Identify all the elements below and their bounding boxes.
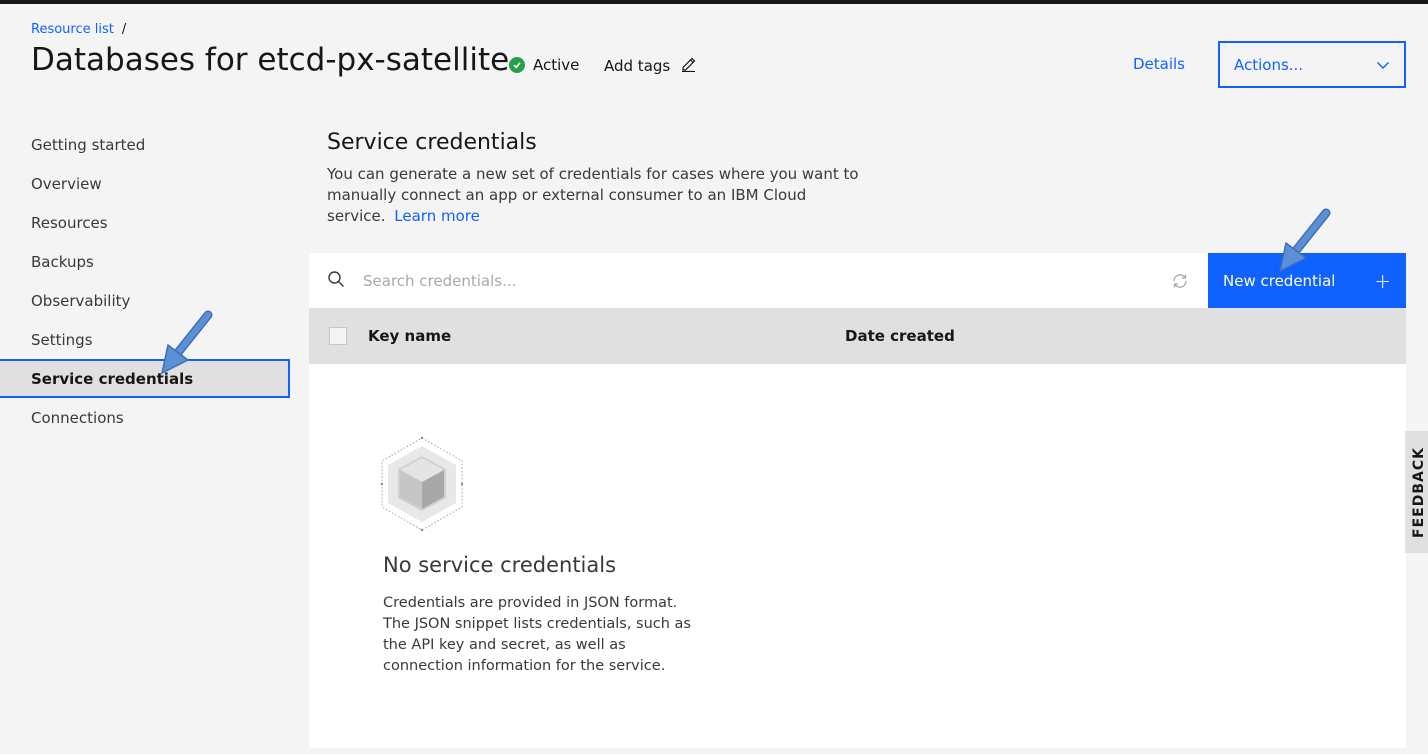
plus-icon: + [1374, 268, 1391, 293]
breadcrumb: Resource list / [31, 22, 126, 37]
new-credential-label: New credential [1223, 271, 1336, 290]
feedback-tab[interactable]: FEEDBACK [1405, 431, 1428, 553]
section-title: Service credentials [327, 130, 537, 155]
select-all-checkbox[interactable] [329, 327, 347, 345]
search-icon [327, 270, 345, 292]
chevron-down-icon [1376, 56, 1390, 74]
sidebar-nav: Getting started Overview Resources Backu… [0, 125, 290, 437]
empty-state: No service credentials Credentials are p… [309, 364, 1406, 748]
sidebar-item-backups[interactable]: Backups [0, 242, 290, 281]
sidebar-item-resources[interactable]: Resources [0, 203, 290, 242]
status-label: Active [533, 56, 580, 74]
learn-more-link[interactable]: Learn more [394, 207, 480, 225]
page-title: Databases for etcd-px-satellite [31, 42, 510, 78]
add-tags-label: Add tags [604, 57, 671, 75]
breadcrumb-separator: / [121, 22, 127, 37]
search-input[interactable] [345, 253, 1152, 308]
feedback-label: FEEDBACK [1411, 446, 1427, 538]
status-badge: Active [509, 56, 579, 74]
sidebar-item-settings[interactable]: Settings [0, 320, 290, 359]
top-bar [0, 0, 1428, 4]
column-header-date-created[interactable]: Date created [845, 327, 955, 345]
column-header-key-name[interactable]: Key name [368, 327, 451, 345]
sidebar-item-observability[interactable]: Observability [0, 281, 290, 320]
sidebar-item-overview[interactable]: Overview [0, 164, 290, 203]
sidebar-item-service-credentials[interactable]: Service credentials [0, 359, 290, 398]
sidebar-item-connections[interactable]: Connections [0, 398, 290, 437]
actions-label: Actions... [1234, 55, 1304, 74]
credentials-toolbar: New credential + [309, 253, 1406, 308]
new-credential-button[interactable]: New credential + [1208, 253, 1406, 308]
cube-icon [380, 436, 464, 536]
checkmark-icon [509, 57, 525, 73]
refresh-icon[interactable] [1152, 253, 1208, 308]
table-header: Key name Date created [309, 308, 1406, 364]
edit-pencil-icon [680, 56, 696, 76]
actions-dropdown[interactable]: Actions... [1218, 41, 1406, 88]
empty-state-body: Credentials are provided in JSON format.… [383, 595, 691, 674]
empty-state-title: No service credentials [383, 553, 617, 577]
details-link[interactable]: Details [1133, 55, 1185, 73]
search-container [309, 253, 1152, 308]
breadcrumb-resource-list-link[interactable]: Resource list [31, 22, 114, 37]
section-description: You can generate a new set of credential… [327, 164, 867, 227]
sidebar-item-getting-started[interactable]: Getting started [0, 125, 290, 164]
add-tags-button[interactable]: Add tags [604, 56, 696, 76]
